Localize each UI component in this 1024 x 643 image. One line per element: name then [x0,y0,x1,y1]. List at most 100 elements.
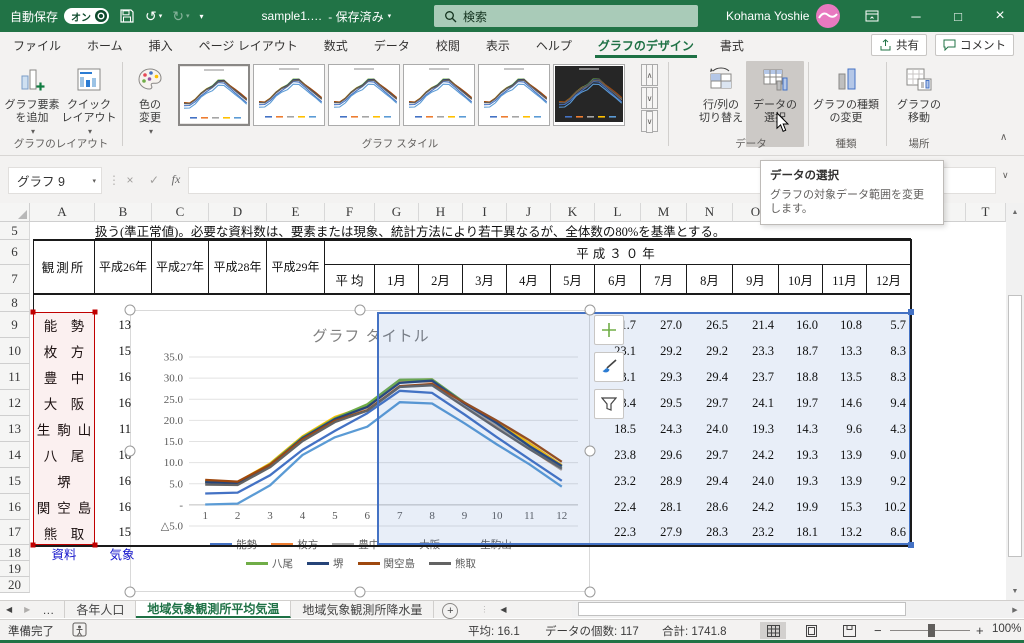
month-value-cell[interactable]: 19.3 [779,468,818,494]
gallery-down-button[interactable]: ∨ [641,87,658,109]
month-value-cell[interactable]: 29.7 [687,390,728,416]
month-value-cell[interactable]: 4.3 [867,416,906,442]
row-header-9[interactable]: 9 [0,312,30,338]
ribbon-tab-7[interactable]: 表示 [473,32,523,58]
status-count[interactable]: データの個数: 117 [545,623,639,639]
month-value-cell[interactable]: 23.7 [733,364,774,390]
selection-handle[interactable] [93,310,98,315]
month-value-cell[interactable]: 23.3 [733,338,774,364]
month-value-cell[interactable]: 28.9 [641,468,682,494]
month-value-cell[interactable]: 9.0 [867,442,906,468]
chart-style-thumb-3[interactable] [328,64,400,126]
confirm-entry-button[interactable]: ✓ [142,167,166,192]
h26-value-cell[interactable]: 16 [97,494,145,520]
name-box[interactable]: グラフ 9 ▾ [8,167,102,194]
chart-style-thumb-1[interactable] [178,64,250,126]
chart-resize-handle[interactable] [125,305,136,316]
row-header-19[interactable]: 19 [0,561,30,577]
select-all-corner[interactable] [0,203,30,222]
month-value-cell[interactable]: 22.3 [595,520,636,545]
vscrollbar-thumb[interactable] [1008,295,1022,557]
month-value-cell[interactable]: 27.0 [641,312,682,338]
month-value-cell[interactable]: 24.2 [733,494,774,520]
month-value-cell[interactable]: 28.1 [641,494,682,520]
column-header-A[interactable]: A [30,203,95,222]
month-value-cell[interactable]: 29.3 [641,364,682,390]
zoom-out-button[interactable]: − [874,623,882,638]
row-header-7[interactable]: 7 [0,265,30,294]
chart-resize-handle[interactable] [585,305,596,316]
chart-resize-handle[interactable] [585,446,596,457]
row-header-6[interactable]: 6 [0,240,30,265]
ribbon-tab-5[interactable]: データ [361,32,423,58]
sheet-nav-right-button[interactable]: ▶ [18,601,36,618]
chart-filters-button[interactable] [594,389,624,419]
ribbon-tab-6[interactable]: 校閲 [423,32,473,58]
month-value-cell[interactable]: 13.3 [823,338,862,364]
ribbon-tab-8[interactable]: ヘルプ [523,32,585,58]
page-layout-view-button[interactable] [798,622,824,639]
sheet-tab-2[interactable]: 地域気象観測所降水量 [291,601,434,618]
footer-link-cell[interactable]: 気象 [97,545,147,561]
more-sheets-button[interactable]: … [36,601,65,618]
ribbon-tab-0[interactable]: ファイル [0,32,74,58]
chart-resize-handle[interactable] [355,305,366,316]
hscrollbar-thumb[interactable] [578,602,906,616]
h26-value-cell[interactable]: 13 [97,312,145,338]
row-header-12[interactable]: 12 [0,390,30,416]
column-header-L[interactable]: L [595,203,641,222]
month-value-cell[interactable]: 23.8 [595,442,636,468]
chart-resize-handle[interactable] [125,446,136,457]
column-header-D[interactable]: D [209,203,267,222]
column-header-B[interactable]: B [95,203,152,222]
save-button[interactable] [119,8,135,24]
month-value-cell[interactable]: 18.1 [779,520,818,545]
h26-value-cell[interactable]: 15 [97,338,145,364]
month-value-cell[interactable]: 29.2 [641,338,682,364]
selection-handle[interactable] [908,542,914,548]
zoom-in-button[interactable]: + [976,623,984,638]
month-value-cell[interactable]: 13.2 [823,520,862,545]
column-header-F[interactable]: F [325,203,375,222]
h26-value-cell[interactable]: 16 [97,390,145,416]
ribbon-tab-1[interactable]: ホーム [74,32,136,58]
chart-resize-handle[interactable] [585,587,596,598]
month-value-cell[interactable]: 15.3 [823,494,862,520]
quick-layout-button[interactable]: クイック レイアウト▾ [60,62,118,138]
autosave-toggle[interactable]: オン [64,8,109,24]
month-value-cell[interactable]: 23.2 [733,520,774,545]
switch-row-column-button[interactable]: 行/列の 切り替え [696,62,746,125]
month-value-cell[interactable]: 10.2 [867,494,906,520]
normal-view-button[interactable] [760,622,786,639]
h26-value-cell[interactable]: 16 [97,442,145,468]
chart-style-thumb-2[interactable] [253,64,325,126]
row-header-16[interactable]: 16 [0,494,30,520]
ribbon-tab-3[interactable]: ページ レイアウト [186,32,311,58]
new-sheet-button[interactable]: + [442,603,458,619]
month-value-cell[interactable]: 14.6 [823,390,862,416]
maximize-button[interactable]: □ [938,0,978,32]
month-value-cell[interactable]: 24.0 [687,416,728,442]
row-header-13[interactable]: 13 [0,416,30,442]
month-value-cell[interactable]: 8.3 [867,338,906,364]
row-header-10[interactable]: 10 [0,338,30,364]
column-header-G[interactable]: G [375,203,419,222]
month-value-cell[interactable]: 8.6 [867,520,906,545]
month-value-cell[interactable]: 18.5 [595,416,636,442]
footer-link-cell[interactable]: 資料 [33,545,95,561]
page-break-view-button[interactable] [836,622,862,639]
status-sum[interactable]: 合計: 1741.8 [662,623,727,639]
month-value-cell[interactable]: 13.5 [823,364,862,390]
ribbon-tab-4[interactable]: 数式 [311,32,361,58]
change-chart-type-button[interactable]: グラフの種類 の変更 [812,62,880,125]
month-value-cell[interactable]: 18.7 [779,338,818,364]
expand-formula-bar-button[interactable]: ∨ [1002,170,1009,181]
redo-button[interactable]: ↻▾ [172,9,189,23]
undo-button[interactable]: ↺▾ [145,9,162,23]
month-value-cell[interactable]: 9.6 [823,416,862,442]
month-value-cell[interactable]: 13.9 [823,468,862,494]
chart-style-thumb-6[interactable] [553,64,625,126]
move-chart-button[interactable]: グラフの 移動 [890,62,948,125]
month-value-cell[interactable]: 13.9 [823,442,862,468]
month-value-cell[interactable]: 18.8 [779,364,818,390]
